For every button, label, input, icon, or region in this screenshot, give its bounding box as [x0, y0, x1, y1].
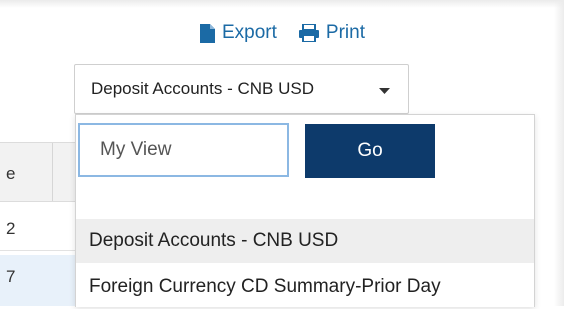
- view-select-value: Deposit Accounts - CNB USD: [91, 79, 314, 98]
- file-icon: [200, 23, 215, 43]
- view-dropdown-panel: Go Deposit Accounts - CNB USD Foreign Cu…: [75, 114, 535, 307]
- view-select[interactable]: Deposit Accounts - CNB USD: [74, 64, 409, 114]
- export-label: Export: [222, 22, 277, 43]
- column-divider: [52, 143, 53, 201]
- go-button[interactable]: Go: [305, 124, 435, 178]
- view-name-input[interactable]: [78, 123, 289, 177]
- toolbar: Export Print: [200, 20, 365, 46]
- top-edge-shadow: [0, 0, 564, 8]
- export-link[interactable]: Export: [200, 22, 277, 44]
- print-link[interactable]: Print: [298, 22, 365, 44]
- grid-header-cell: e: [6, 164, 16, 183]
- printer-icon: [298, 24, 319, 42]
- table-cell: 7: [6, 267, 16, 286]
- dropdown-option[interactable]: Foreign Currency CD Summary-Prior Day: [76, 265, 534, 309]
- table-cell: 2: [6, 219, 16, 238]
- dropdown-option-selected[interactable]: Deposit Accounts - CNB USD: [76, 219, 534, 263]
- right-edge-shadow: [554, 0, 564, 306]
- caret-down-icon: [379, 88, 390, 94]
- print-label: Print: [325, 22, 365, 43]
